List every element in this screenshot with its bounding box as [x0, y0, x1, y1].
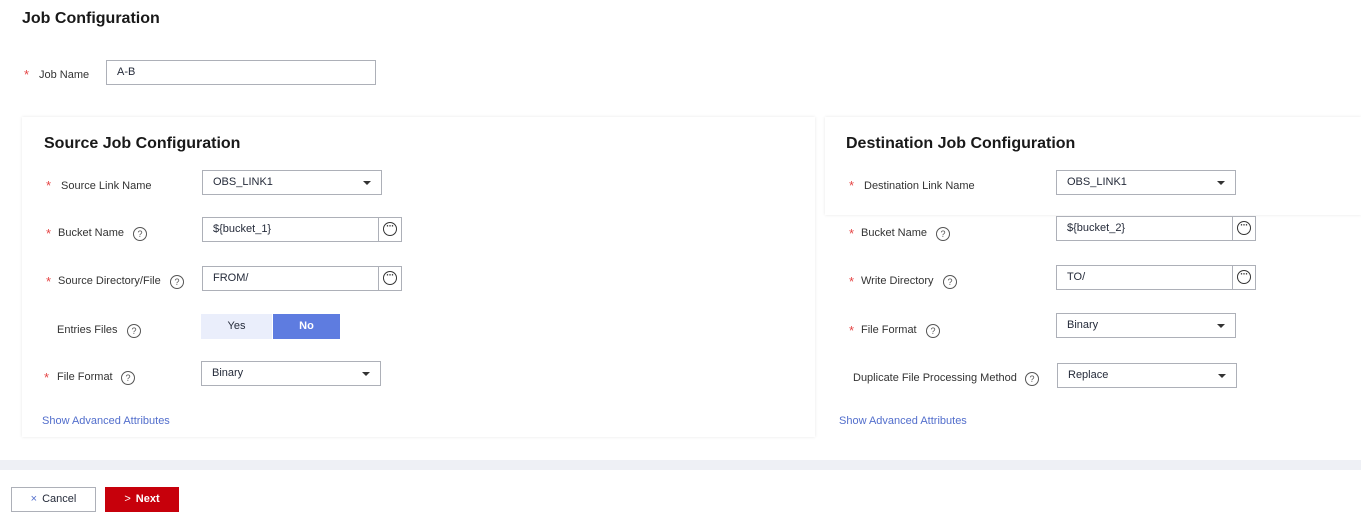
destination-bucket-name-input[interactable]: ${bucket_2}	[1056, 216, 1233, 241]
write-directory-input[interactable]: TO/	[1056, 265, 1233, 290]
more-icon: ···	[1237, 221, 1251, 235]
duplicate-method-select[interactable]: Replace	[1057, 363, 1237, 388]
next-label: Next	[135, 493, 160, 505]
destination-bucket-name-label: Bucket Name	[861, 227, 928, 239]
write-directory-label: Write Directory	[861, 275, 934, 287]
help-icon[interactable]: ?	[943, 275, 957, 289]
required-mark: *	[46, 178, 52, 193]
destination-card	[825, 117, 1361, 215]
duplicate-method-label: Duplicate File Processing Method	[853, 372, 1017, 384]
source-link-name-value: OBS_LINK1	[213, 176, 273, 188]
chevron-down-icon	[363, 181, 371, 185]
required-mark: *	[44, 370, 50, 385]
entries-files-no-option[interactable]: No	[273, 314, 340, 339]
chevron-down-icon	[362, 372, 370, 376]
destination-file-format-label: File Format	[861, 324, 917, 336]
chevron-down-icon	[1217, 324, 1225, 328]
required-mark: *	[46, 274, 52, 289]
source-show-advanced-link[interactable]: Show Advanced Attributes	[42, 415, 170, 427]
source-file-format-select[interactable]: Binary	[201, 361, 381, 386]
write-directory-browse-button[interactable]: ···	[1232, 265, 1256, 290]
more-icon: ···	[1237, 270, 1251, 284]
more-icon: ···	[383, 222, 397, 236]
source-bucket-browse-button[interactable]: ···	[378, 217, 402, 242]
cancel-button[interactable]: × Cancel	[11, 487, 96, 512]
destination-file-format-select[interactable]: Binary	[1056, 313, 1236, 338]
source-title: Source Job Configuration	[44, 135, 241, 152]
page-title: Job Configuration	[22, 10, 160, 27]
destination-link-name-select[interactable]: OBS_LINK1	[1056, 170, 1236, 195]
destination-title: Destination Job Configuration	[846, 135, 1076, 152]
required-mark: *	[849, 323, 855, 338]
required-mark: *	[46, 226, 52, 241]
cancel-label: Cancel	[42, 493, 77, 505]
destination-link-name-value: OBS_LINK1	[1067, 176, 1127, 188]
footer-divider	[0, 460, 1361, 470]
job-name-input[interactable]: A-B	[106, 60, 376, 85]
required-mark: *	[849, 274, 855, 289]
help-icon[interactable]: ?	[121, 371, 135, 385]
help-icon[interactable]: ?	[133, 227, 147, 241]
source-link-name-select[interactable]: OBS_LINK1	[202, 170, 382, 195]
help-icon[interactable]: ?	[127, 324, 141, 338]
source-file-format-label: File Format	[57, 371, 113, 383]
help-icon[interactable]: ?	[1025, 372, 1039, 386]
destination-file-format-value: Binary	[1067, 319, 1099, 331]
required-mark: *	[849, 226, 855, 241]
required-mark: *	[849, 178, 855, 193]
entries-files-label: Entries Files	[57, 324, 118, 336]
close-icon: ×	[30, 493, 38, 505]
source-link-name-label: Source Link Name	[61, 180, 152, 192]
next-button[interactable]: > Next	[105, 487, 179, 512]
destination-show-advanced-link[interactable]: Show Advanced Attributes	[839, 415, 967, 427]
source-file-format-value: Binary	[212, 367, 244, 379]
required-mark: *	[24, 67, 30, 82]
duplicate-method-value: Replace	[1068, 369, 1109, 381]
job-name-label: Job Name	[39, 69, 90, 81]
source-bucket-name-input[interactable]: ${bucket_1}	[202, 217, 379, 242]
destination-link-name-label: Destination Link Name	[864, 180, 975, 192]
help-icon[interactable]: ?	[926, 324, 940, 338]
source-directory-browse-button[interactable]: ···	[378, 266, 402, 291]
chevron-down-icon	[1218, 374, 1226, 378]
chevron-right-icon: >	[124, 493, 131, 505]
source-bucket-name-label: Bucket Name	[58, 227, 125, 239]
destination-bucket-browse-button[interactable]: ···	[1232, 216, 1256, 241]
source-directory-label: Source Directory/File	[58, 275, 161, 287]
source-directory-input[interactable]: FROM/	[202, 266, 379, 291]
entries-files-yes-option[interactable]: Yes	[201, 314, 272, 339]
more-icon: ···	[383, 271, 397, 285]
help-icon[interactable]: ?	[170, 275, 184, 289]
chevron-down-icon	[1217, 181, 1225, 185]
help-icon[interactable]: ?	[936, 227, 950, 241]
